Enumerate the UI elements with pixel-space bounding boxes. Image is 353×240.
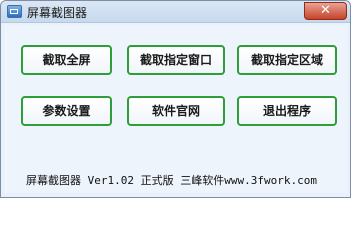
main-panel: 截取全屏 截取指定窗口 截取指定区域 参数设置 软件官网 退出程序 屏幕截图器 …: [5, 25, 347, 193]
title-bar[interactable]: 屏幕截图器 ✕: [1, 1, 350, 23]
close-button[interactable]: ✕: [304, 2, 347, 20]
capture-region-button[interactable]: 截取指定区域: [237, 45, 337, 75]
status-text: 屏幕截图器 Ver1.02 正式版 三峰软件www.3fwork.com: [26, 174, 317, 187]
settings-button[interactable]: 参数设置: [21, 96, 112, 126]
exit-button[interactable]: 退出程序: [237, 96, 337, 126]
app-icon: [7, 5, 22, 18]
website-button[interactable]: 软件官网: [127, 96, 225, 126]
capture-window-button[interactable]: 截取指定窗口: [127, 45, 225, 75]
app-window: 屏幕截图器 ✕ 截取全屏 截取指定窗口 截取指定区域 参数设置 软件官网 退出程…: [0, 0, 351, 198]
capture-fullscreen-button[interactable]: 截取全屏: [21, 45, 112, 75]
close-icon: ✕: [320, 3, 331, 18]
window-title: 屏幕截图器: [27, 6, 88, 20]
